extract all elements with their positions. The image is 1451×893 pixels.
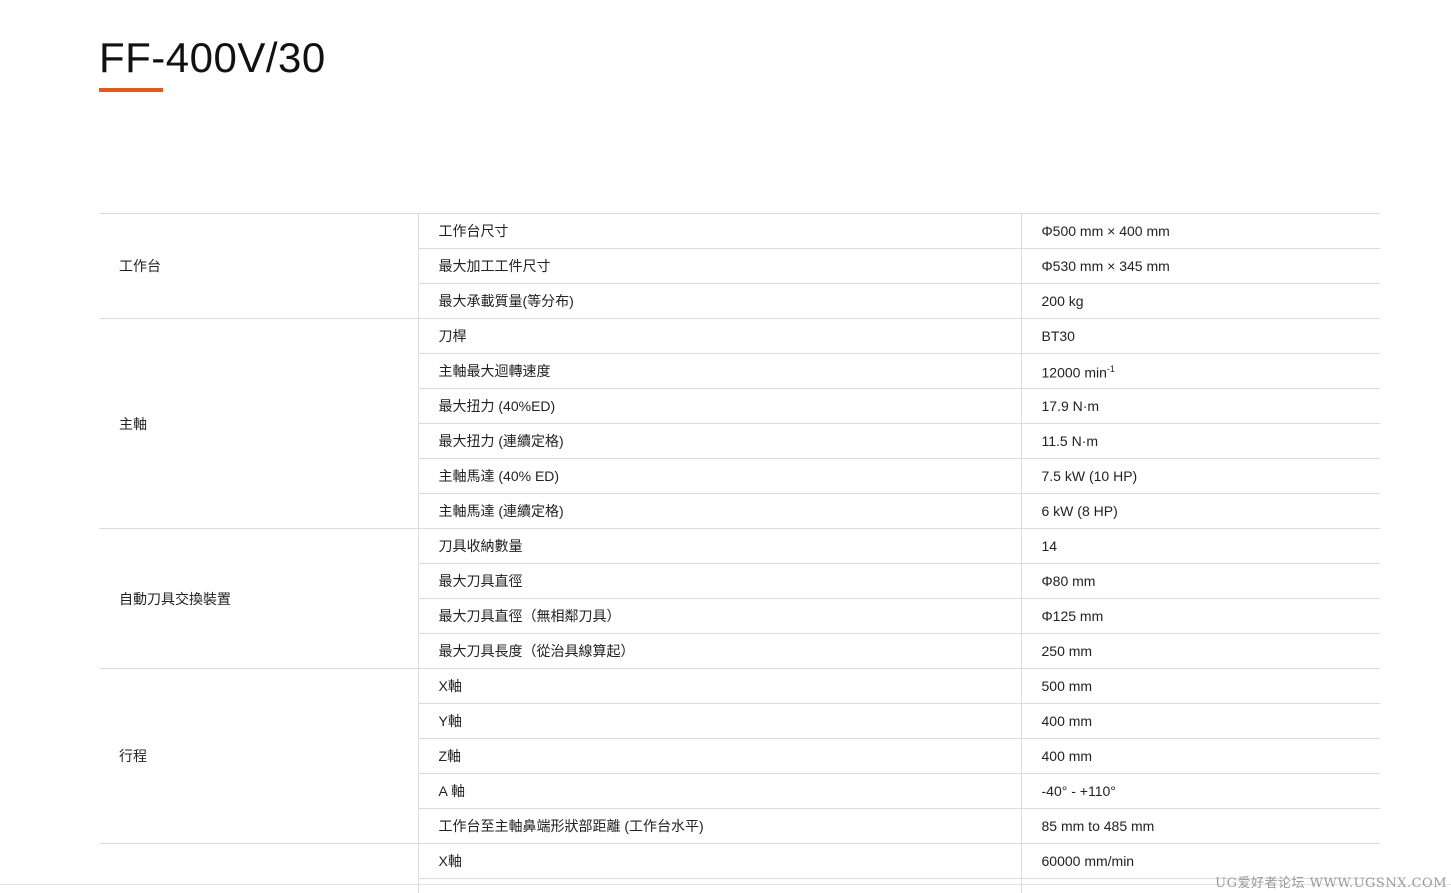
spec-item-cell: [418, 878, 1022, 893]
spec-item-cell: 最大刀具直徑: [418, 563, 1022, 599]
spec-value-cell: 12000 min-1: [1021, 353, 1380, 389]
spec-value-text: 12000 min: [1041, 364, 1107, 381]
spec-value-cell: 14: [1021, 528, 1380, 564]
spec-value-cell: Φ125 mm: [1021, 598, 1380, 634]
spec-value-cell: Φ80 mm: [1021, 563, 1380, 599]
spec-item-cell: X軸: [418, 843, 1022, 879]
spec-value-text: -40° - +110°: [1041, 783, 1116, 799]
spec-row: X軸 60000 mm/min: [99, 843, 1380, 893]
spec-value-cell: 400 mm: [1021, 738, 1380, 774]
spec-value-cell: 250 mm: [1021, 633, 1380, 669]
spec-item-cell: 主軸馬達 (40% ED): [418, 458, 1022, 494]
spec-item-cell: 工作台至主軸鼻端形狀部距離 (工作台水平): [418, 808, 1022, 844]
spec-table-body: 工作台 工作台尺寸 Φ500 mm × 400 mm 最大加工工件尺寸 Φ530 mm …: [99, 213, 1380, 893]
spec-value-cell: 500 mm: [1021, 668, 1380, 704]
spec-value-cell: BT30: [1021, 318, 1380, 354]
spec-value-cell: 17.9 N·m: [1021, 388, 1380, 424]
spec-table: 工作台 工作台尺寸 Φ500 mm × 400 mm 最大加工工件尺寸 Φ530 mm …: [99, 213, 1380, 893]
spec-category-cell: 工作台: [99, 213, 419, 319]
spec-value-text: 11.5 N·m: [1041, 433, 1099, 449]
page-title: FF-400V/30: [99, 34, 326, 81]
spec-value-cell: 7.5 kW (10 HP): [1021, 458, 1380, 494]
spec-value-text: 7.5 kW (10 HP): [1041, 468, 1138, 484]
spec-category-cell: [99, 843, 419, 893]
watermark: UG爱好者论坛 WWW.UGSNX.COM: [1215, 876, 1447, 891]
spec-value-text: BT30: [1041, 328, 1075, 344]
spec-value-cell: Φ500 mm × 400 mm: [1021, 213, 1380, 249]
spec-item-cell: 最大刀具直徑（無相鄰刀具）: [418, 598, 1022, 634]
spec-row: 自動刀具交換裝置 刀具收納數量 14: [99, 528, 1380, 669]
spec-value-cell: Φ530 mm × 345 mm: [1021, 248, 1380, 284]
spec-value-text: Φ80 mm: [1041, 573, 1096, 589]
spec-value-text: Φ125 mm: [1041, 608, 1104, 624]
spec-value-text: 60000 mm/min: [1041, 853, 1135, 869]
title-accent-underline: [99, 88, 163, 92]
spec-item-cell: 刀桿: [418, 318, 1022, 354]
spec-value-cell: 200 kg: [1021, 283, 1380, 319]
spec-value-superscript: -1: [1106, 364, 1115, 375]
spec-value-cell: 85 mm to 485 mm: [1021, 808, 1380, 844]
spec-row: 工作台 工作台尺寸 Φ500 mm × 400 mm: [99, 213, 1380, 319]
spec-value-text: 400 mm: [1041, 748, 1093, 764]
spec-row: 行程 X軸 500 mm: [99, 668, 1380, 844]
spec-item-cell: 刀具收納數量: [418, 528, 1022, 564]
spec-item-cell: X軸: [418, 668, 1022, 704]
spec-item-cell: A 軸: [418, 773, 1022, 809]
spec-value-text: 250 mm: [1041, 643, 1093, 659]
spec-category-cell: 自動刀具交換裝置: [99, 528, 419, 669]
spec-item-cell: Y軸: [418, 703, 1022, 739]
spec-value-text: 85 mm to 485 mm: [1041, 818, 1155, 834]
spec-item-cell: Z軸: [418, 738, 1022, 774]
spec-value-text: Φ500 mm × 400 mm: [1041, 223, 1170, 239]
spec-value-cell: -40° - +110°: [1021, 773, 1380, 809]
spec-item-cell: 最大承載質量(等分布): [418, 283, 1022, 319]
spec-value-text: 14: [1041, 538, 1058, 554]
spec-value-text: Φ530 mm × 345 mm: [1041, 258, 1170, 274]
spec-item-cell: 最大扭力 (連續定格): [418, 423, 1022, 459]
spec-value-text: 17.9 N·m: [1041, 398, 1100, 414]
spec-value-text: 400 mm: [1041, 713, 1093, 729]
spec-value-cell: 11.5 N·m: [1021, 423, 1380, 459]
spec-value-text: 500 mm: [1041, 678, 1093, 694]
spec-page: FF-400V/30 工作台 工作台尺寸 Φ500 mm × 400 mm 最大加工工…: [0, 0, 1451, 893]
spec-value-text: 200 kg: [1041, 293, 1084, 309]
spec-item-cell: 最大扭力 (40%ED): [418, 388, 1022, 424]
spec-item-cell: 主軸最大迴轉速度: [418, 353, 1022, 389]
spec-value-text: 6 kW (8 HP): [1041, 503, 1118, 519]
spec-row: 主軸 刀桿 BT30: [99, 318, 1380, 529]
spec-value-cell: 400 mm: [1021, 703, 1380, 739]
spec-item-cell: 最大刀具長度（從治具線算起）: [418, 633, 1022, 669]
spec-item-cell: 主軸馬達 (連續定格): [418, 493, 1022, 529]
spec-category-cell: 主軸: [99, 318, 419, 529]
spec-item-cell: 工作台尺寸: [418, 213, 1022, 249]
spec-category-cell: 行程: [99, 668, 419, 844]
spec-item-cell: 最大加工工件尺寸: [418, 248, 1022, 284]
spec-value-cell: 6 kW (8 HP): [1021, 493, 1380, 529]
